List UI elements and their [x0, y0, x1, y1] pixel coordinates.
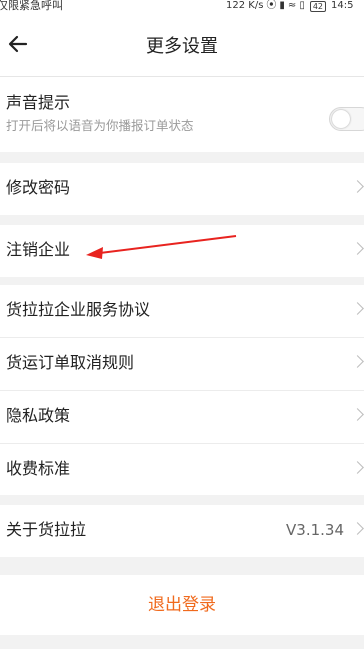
sound-setting-title: 声音提示	[6, 93, 71, 112]
page-title: 更多设置	[146, 36, 218, 57]
chevron-right-icon	[351, 355, 364, 368]
chevron-right-icon	[351, 408, 364, 421]
sound-setting-subtitle: 打开后将以语音为你播报订单状态	[6, 118, 194, 133]
wifi-icon: ≈	[287, 0, 297, 11]
privacy-policy-label: 隐私政策	[6, 406, 71, 425]
clock: 14:5	[331, 0, 354, 11]
location-icon: ⦿	[266, 0, 277, 11]
service-agreement-label: 货拉拉企业服务协议	[6, 300, 151, 319]
chevron-right-icon	[351, 180, 364, 193]
cancel-rules-label: 货运订单取消规则	[6, 353, 135, 372]
vibrate-icon: ▮	[279, 0, 285, 11]
chevron-right-icon	[351, 302, 364, 315]
chevron-right-icon	[351, 522, 364, 535]
status-indicators: 122 K/s ⦿ ▮ ≈ ▯ 42 14:5	[226, 0, 353, 12]
sound-toggle[interactable]	[329, 107, 364, 131]
sound-setting-row: 声音提示 打开后将以语音为你播报订单状态	[0, 77, 364, 152]
network-speed: 122 K/s	[226, 0, 264, 11]
fee-standard-row[interactable]: 收费标准	[0, 444, 364, 496]
chevron-right-icon	[351, 461, 364, 474]
cancel-enterprise-label: 注销企业	[6, 240, 71, 259]
about-label: 关于货拉拉	[6, 520, 87, 539]
cancel-rules-row[interactable]: 货运订单取消规则	[0, 338, 364, 391]
toggle-knob	[332, 110, 350, 128]
logout-button[interactable]: 退出登录	[0, 575, 364, 635]
nfc-icon: ▯	[299, 0, 305, 11]
status-bar: 仅限紧急呼叫 122 K/s ⦿ ▮ ≈ ▯ 42 14:5	[0, 0, 364, 14]
cancel-enterprise-row[interactable]: 注销企业	[0, 225, 364, 277]
app-version: V3.1.34	[286, 521, 344, 539]
chevron-right-icon	[351, 242, 364, 255]
privacy-policy-row[interactable]: 隐私政策	[0, 391, 364, 444]
carrier-status-text: 仅限紧急呼叫	[0, 0, 63, 12]
about-row[interactable]: 关于货拉拉 V3.1.34	[0, 505, 364, 557]
header-bar: 更多设置	[0, 14, 364, 77]
service-agreement-row[interactable]: 货拉拉企业服务协议	[0, 285, 364, 338]
battery-icon: 42	[309, 0, 327, 12]
policy-group: 货拉拉企业服务协议 货运订单取消规则 隐私政策 收费标准	[0, 285, 364, 495]
change-password-row[interactable]: 修改密码	[0, 163, 364, 215]
fee-standard-label: 收费标准	[6, 459, 71, 478]
change-password-label: 修改密码	[6, 178, 71, 197]
